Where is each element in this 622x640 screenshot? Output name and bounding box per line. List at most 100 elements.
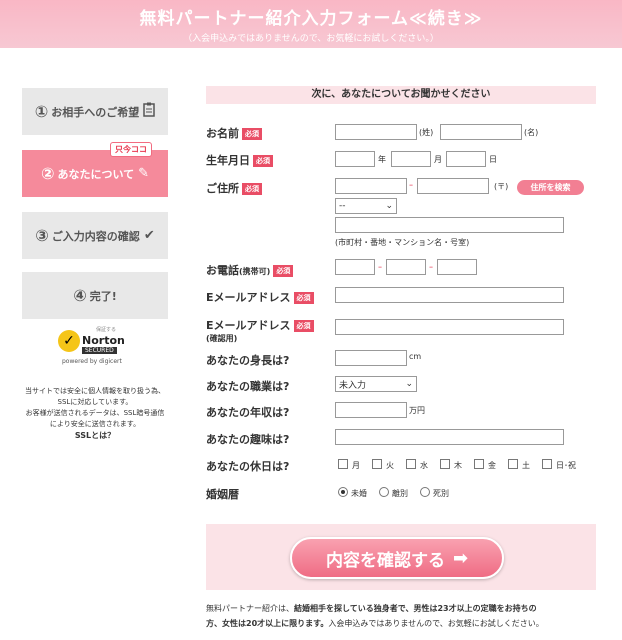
address-search-button[interactable]: 住所を検索 — [517, 180, 584, 195]
holiday-label: あなたの休日は? — [206, 460, 290, 473]
ssl-notice: 当サイトでは安全に個人情報を取り扱う為、 SSLに対応しています。 お客様が送信… — [16, 386, 174, 441]
income-input[interactable] — [335, 402, 407, 418]
norton-powered: powered by digicert — [62, 358, 122, 365]
footnote-bold: 方、女性は20才以上に限ります。 — [206, 619, 329, 628]
name-label: お名前 必須 — [206, 125, 262, 141]
ssl-link[interactable]: SSLとは？ — [16, 430, 174, 441]
required-badge: 必須 — [293, 292, 314, 304]
job-select[interactable]: 未入力 ⌄ — [335, 376, 417, 392]
step-label: お相手へのご希望 — [51, 105, 140, 119]
phone-input-1[interactable] — [335, 259, 375, 275]
zip-input-2[interactable] — [417, 178, 489, 194]
confirm-button[interactable]: 内容を確認する ➡ — [290, 537, 504, 579]
ssl-line: SSLに対応しています。 — [57, 398, 133, 406]
last-name-input[interactable] — [335, 124, 417, 140]
required-badge: 必須 — [273, 265, 294, 277]
height-input[interactable] — [335, 350, 407, 366]
prefecture-select[interactable]: -- ⌄ — [335, 198, 397, 214]
marriage-divorced-radio[interactable] — [379, 487, 389, 497]
arrow-right-icon: ➡ — [452, 547, 469, 569]
norton-seal[interactable]: ✓ 保証する Norton SECURED powered by digicer… — [56, 326, 134, 370]
first-name-suffix: (名) — [524, 128, 539, 137]
first-name-input[interactable] — [440, 124, 522, 140]
email-confirm-sub: (確認用) — [206, 334, 238, 343]
norton-check-icon: ✓ — [58, 330, 80, 352]
confirm-button-label: 内容を確認する — [325, 550, 445, 571]
holiday-wed-checkbox[interactable] — [406, 459, 416, 469]
day-unit: 日 — [489, 155, 497, 164]
last-name-suffix: (姓) — [419, 128, 434, 137]
zip-dash: ｰ — [409, 181, 413, 190]
email-label: Eメールアドレス 必須 — [206, 289, 314, 305]
phone-input-2[interactable] — [386, 259, 426, 275]
holiday-thu-checkbox[interactable] — [440, 459, 450, 469]
income-label: あなたの年収は? — [206, 406, 290, 419]
step-1-preferences: ① お相手へのご希望 — [22, 88, 168, 135]
birth-month-input[interactable] — [391, 151, 431, 167]
ssl-line: お客様が送信されるデータは、SSL暗号通信 — [25, 409, 165, 417]
address-label-text: ご住所 — [206, 182, 239, 195]
pencil-icon: ✎ — [138, 166, 150, 181]
birth-label: 生年月日 必須 — [206, 152, 273, 168]
prefecture-value: -- — [339, 201, 346, 211]
holiday-day-label: 火 — [386, 461, 394, 470]
holiday-mon-checkbox[interactable] — [338, 459, 348, 469]
chevron-down-icon: ⌄ — [405, 379, 413, 389]
birth-year-input[interactable] — [335, 151, 375, 167]
email-confirm-label-text: Eメールアドレス — [206, 319, 291, 332]
step-label: ご入力内容の確認 — [51, 229, 140, 243]
year-unit: 年 — [378, 155, 386, 164]
address-label: ご住所 必須 — [206, 180, 262, 196]
zip-mark: (〒) — [494, 182, 509, 191]
page-title: 無料パートナー紹介入力フォーム≪続き≫ — [139, 9, 483, 29]
holiday-fri-checkbox[interactable] — [474, 459, 484, 469]
footnote-bold: 結婚相手を探している独身者で、男性は23才以上の定職をお持ちの — [294, 604, 537, 613]
chevron-down-icon: ⌄ — [385, 201, 393, 211]
phone-label-sub: (携帯可) — [239, 267, 271, 276]
holiday-day-label: 月 — [352, 461, 360, 470]
job-label: あなたの職業は? — [206, 380, 290, 393]
zip-input-1[interactable] — [335, 178, 407, 194]
holiday-day-label: 日･祝 — [556, 461, 576, 470]
ssl-line: により安全に送信されます。 — [49, 420, 141, 428]
holiday-day-label: 土 — [522, 461, 530, 470]
footnote-text: 無料パートナー紹介は、 — [206, 604, 294, 613]
marriage-option-label: 死別 — [433, 489, 449, 498]
email-input[interactable] — [335, 287, 564, 303]
check-icon: ✔ — [143, 228, 155, 243]
marriage-option-label: 未婚 — [351, 489, 367, 498]
name-label-text: お名前 — [206, 127, 239, 140]
norton-small-text: 保証する — [96, 327, 117, 333]
height-label: あなたの身長は? — [206, 354, 290, 367]
phone-input-3[interactable] — [437, 259, 477, 275]
step-3-confirm: ③ ご入力内容の確認 ✔ — [22, 212, 168, 259]
holiday-sun-checkbox[interactable] — [542, 459, 552, 469]
norton-brand: Norton — [82, 334, 125, 347]
holiday-tue-checkbox[interactable] — [372, 459, 382, 469]
marriage-widowed-radio[interactable] — [420, 487, 430, 497]
clipboard-icon — [143, 102, 156, 121]
address-input[interactable] — [335, 217, 564, 233]
footnote: 無料パートナー紹介は、結婚相手を探している独身者で、男性は23才以上の定職をお持… — [206, 601, 598, 631]
section-title: 次に、あなたについてお聞かせください — [206, 86, 596, 104]
step-2-about-you: ② あなたについて ✎ — [22, 150, 168, 197]
email-confirm-input[interactable] — [335, 319, 564, 335]
step-label: 完了! — [89, 289, 117, 303]
footnote-text: 入会申込みではありませんので、お気軽にお試しください。 — [328, 619, 544, 628]
step-number: ① — [34, 102, 49, 121]
birth-day-input[interactable] — [446, 151, 486, 167]
holiday-sat-checkbox[interactable] — [508, 459, 518, 469]
norton-secured: SECURED — [82, 347, 117, 354]
email-confirm-label: Eメールアドレス 必須 (確認用) — [206, 317, 314, 344]
holiday-day-label: 木 — [454, 461, 462, 470]
required-badge: 必須 — [242, 183, 262, 195]
required-badge: 必須 — [293, 320, 314, 332]
marriage-option-label: 離別 — [392, 489, 408, 498]
submit-area: 内容を確認する ➡ — [206, 524, 596, 590]
marriage-single-radio[interactable] — [338, 487, 348, 497]
step-number: ③ — [35, 226, 49, 245]
email-label-text: Eメールアドレス — [206, 291, 291, 304]
step-number: ② — [40, 164, 55, 183]
ssl-line: 当サイトでは安全に個人情報を取り扱う為、 — [25, 387, 165, 395]
hobby-input[interactable] — [335, 429, 564, 445]
